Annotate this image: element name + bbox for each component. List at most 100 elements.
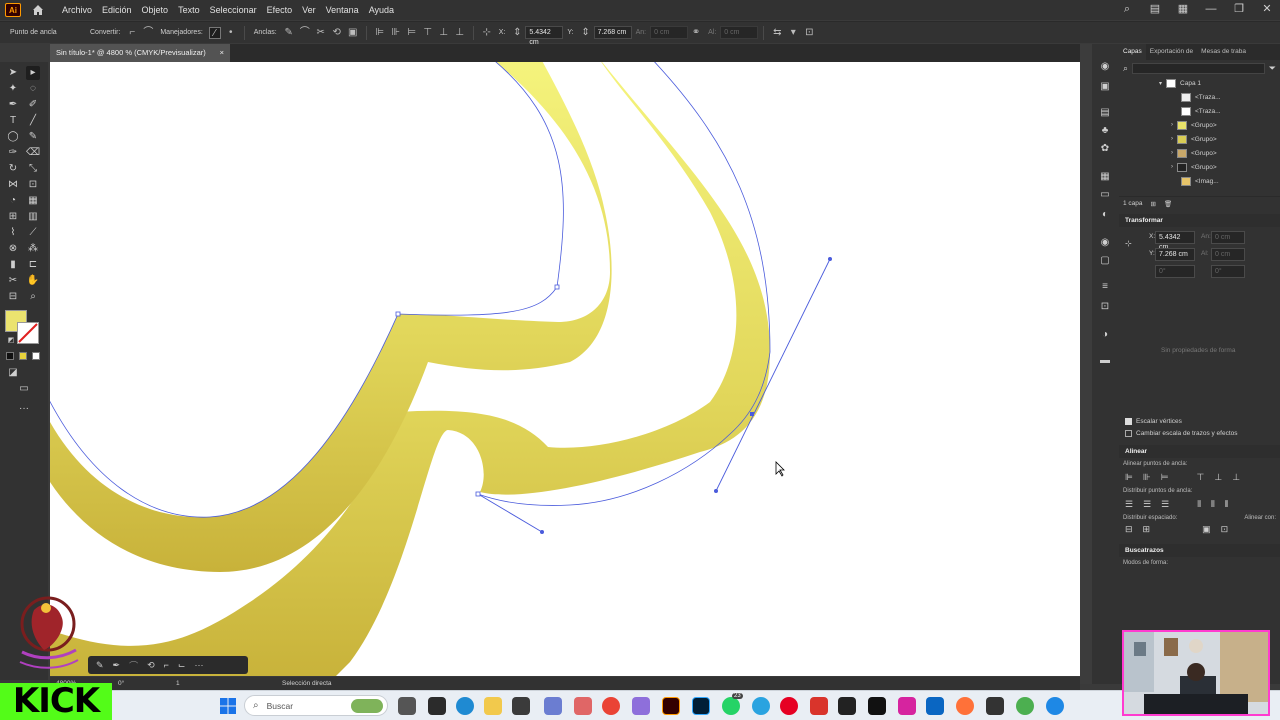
firefox-icon[interactable] bbox=[956, 697, 974, 715]
selection-tool-icon[interactable]: ➤ bbox=[6, 66, 20, 80]
default-colors-icon[interactable]: ◩ bbox=[4, 334, 18, 348]
stroke-icon[interactable]: ▭ bbox=[1098, 188, 1112, 202]
remove-anchor-icon[interactable]: ✎ bbox=[283, 27, 295, 39]
align-to-key-icon[interactable]: ▣ bbox=[1202, 524, 1211, 535]
gradient-icon[interactable]: ◐ bbox=[1098, 208, 1112, 222]
layer-row[interactable]: › <Grupo> bbox=[1119, 160, 1280, 174]
none-mode-icon[interactable] bbox=[32, 352, 40, 360]
illustrator-taskbar-icon[interactable] bbox=[662, 697, 680, 715]
shear-field[interactable]: 0° bbox=[1211, 265, 1245, 278]
align-right-icon[interactable]: ⊨ bbox=[1161, 472, 1169, 483]
align-vcenter-icon[interactable]: ⊥ bbox=[1214, 472, 1222, 483]
rotate-tool-icon[interactable]: ↻ bbox=[6, 162, 20, 176]
rotation-value[interactable]: 0° bbox=[118, 680, 124, 687]
w-field[interactable]: 0 cm bbox=[650, 26, 689, 39]
menu-texto[interactable]: Texto bbox=[173, 5, 205, 15]
maximize-icon[interactable]: ❐ bbox=[1232, 2, 1246, 16]
symbol-sprayer-icon[interactable]: ⁂ bbox=[26, 242, 40, 256]
pen-tool-icon[interactable]: ✒ bbox=[6, 98, 20, 112]
layer-row[interactable]: ▾ Capa 1 bbox=[1119, 76, 1280, 90]
arrange-icon[interactable]: ▤ bbox=[1148, 2, 1162, 16]
shape-builder-icon[interactable]: ◔ bbox=[6, 194, 20, 208]
menu-ver[interactable]: Ver bbox=[297, 5, 321, 15]
menu-seleccionar[interactable]: Seleccionar bbox=[205, 5, 262, 15]
store-icon[interactable] bbox=[512, 697, 530, 715]
distribute-left-icon[interactable]: ⫴ bbox=[1197, 499, 1201, 510]
menu-edicion[interactable]: Edición bbox=[97, 5, 137, 15]
widgets-icon[interactable] bbox=[428, 697, 446, 715]
photos-icon[interactable] bbox=[574, 697, 592, 715]
workspace-icon[interactable]: ▦ bbox=[1176, 2, 1190, 16]
cut-path-icon[interactable]: ✂ bbox=[315, 27, 327, 39]
isolate-icon[interactable]: ⟲ bbox=[331, 27, 343, 39]
convert-corner-icon[interactable]: ⌐ bbox=[126, 27, 138, 39]
properties-icon[interactable]: ◉ bbox=[1098, 60, 1112, 74]
shaper-tool-icon[interactable]: ✑ bbox=[6, 146, 20, 160]
align-top-icon[interactable]: ⊤ bbox=[422, 27, 434, 39]
draw-mode-icon[interactable]: ◪ bbox=[6, 366, 20, 380]
menu-ventana[interactable]: Ventana bbox=[321, 5, 364, 15]
chevron-right-icon[interactable]: › bbox=[1171, 136, 1173, 142]
align-to-selection-icon[interactable]: ⊡ bbox=[1221, 524, 1229, 535]
layer-row[interactable]: › <Grupo> bbox=[1119, 118, 1280, 132]
instagram-icon[interactable] bbox=[898, 697, 916, 715]
menu-objeto[interactable]: Objeto bbox=[137, 5, 174, 15]
minimize-icon[interactable]: — bbox=[1204, 2, 1218, 16]
eraser-icon[interactable]: ⌫ bbox=[26, 146, 40, 160]
mesh-tool-icon[interactable]: ⊞ bbox=[6, 210, 20, 224]
transform-icon[interactable]: ⇆ bbox=[771, 27, 783, 39]
align-hcenter-icon[interactable]: ⊪ bbox=[1143, 472, 1151, 483]
eyedropper-icon[interactable]: ⌇ bbox=[6, 226, 20, 240]
yellow-inner-band-shape[interactable] bbox=[50, 62, 612, 572]
layer-name[interactable]: Capa 1 bbox=[1180, 80, 1201, 87]
pen-icon[interactable]: ✒ bbox=[113, 660, 121, 671]
file-explorer-icon[interactable] bbox=[484, 697, 502, 715]
app-icon[interactable] bbox=[1016, 697, 1034, 715]
free-transform-icon[interactable]: ⊡ bbox=[26, 178, 40, 192]
tab-capas[interactable]: Capas bbox=[1119, 44, 1146, 60]
handle-point[interactable] bbox=[714, 489, 718, 493]
show-handles-icon[interactable]: ⁄ bbox=[208, 26, 221, 39]
stroke-swatch[interactable] bbox=[17, 322, 39, 344]
layer-row[interactable]: <Traza... bbox=[1119, 90, 1280, 104]
telegram-icon[interactable] bbox=[752, 697, 770, 715]
line-tool-icon[interactable]: ╱ bbox=[26, 114, 40, 128]
tab-mesas[interactable]: Mesas de traba bbox=[1197, 44, 1250, 60]
transform-panel-icon[interactable]: ⊡ bbox=[1098, 300, 1112, 314]
terminal-icon[interactable] bbox=[838, 697, 856, 715]
transform-x-field[interactable]: 5.4342 cm bbox=[1155, 231, 1195, 251]
direct-selection-tool-icon[interactable]: ▸ bbox=[26, 66, 40, 80]
distribute-vcenter-icon[interactable]: ☰ bbox=[1143, 499, 1151, 510]
layer-row-label[interactable]: <Grupo> bbox=[1191, 122, 1217, 129]
select-similar-icon[interactable]: ▣ bbox=[347, 27, 359, 39]
isolate-mode-icon[interactable]: ⊡ bbox=[803, 27, 815, 39]
delete-layer-icon[interactable]: 🗑 bbox=[1164, 200, 1172, 208]
align-bottom-icon[interactable]: ⊥ bbox=[1232, 472, 1240, 483]
perspective-grid-icon[interactable]: ▦ bbox=[26, 194, 40, 208]
reference-point-icon[interactable]: ⊹ bbox=[1125, 239, 1132, 248]
layer-row[interactable]: › <Grupo> bbox=[1119, 132, 1280, 146]
align-hcenter-icon[interactable]: ⊪ bbox=[390, 27, 402, 39]
scale-strokes-checkbox[interactable] bbox=[1125, 429, 1132, 437]
close-tab-icon[interactable]: × bbox=[220, 48, 224, 58]
artboards-icon[interactable]: ▤ bbox=[1098, 106, 1112, 120]
tiktok-icon[interactable] bbox=[868, 697, 886, 715]
lasso-icon[interactable]: ◌ bbox=[26, 82, 40, 96]
chevron-right-icon[interactable]: › bbox=[1171, 164, 1173, 170]
h-field[interactable]: 0 cm bbox=[720, 26, 759, 39]
anchor-point[interactable] bbox=[750, 412, 754, 416]
x-stepper-icon[interactable]: ⇕ bbox=[511, 27, 523, 39]
anchor-point[interactable] bbox=[475, 491, 481, 497]
align-bottom-icon[interactable]: ⊥ bbox=[454, 27, 466, 39]
link-icon[interactable]: ⚭ bbox=[690, 27, 702, 39]
distribute-bottom-icon[interactable]: ☰ bbox=[1161, 499, 1169, 510]
pathfinder-icon[interactable]: ◑ bbox=[1098, 328, 1112, 342]
filter-icon[interactable]: ⏷ bbox=[1269, 63, 1276, 74]
artboard-tool-icon[interactable]: ⊏ bbox=[26, 258, 40, 272]
taskbar-search[interactable]: ⌕ Buscar bbox=[244, 695, 388, 716]
y-stepper-icon[interactable]: ⇕ bbox=[580, 27, 592, 39]
align-right-icon[interactable]: ⊨ bbox=[406, 27, 418, 39]
graph-tool-icon[interactable]: ▮ bbox=[6, 258, 20, 272]
anchor-point[interactable] bbox=[395, 311, 401, 317]
layer-row-label[interactable]: <Imag... bbox=[1195, 178, 1219, 185]
